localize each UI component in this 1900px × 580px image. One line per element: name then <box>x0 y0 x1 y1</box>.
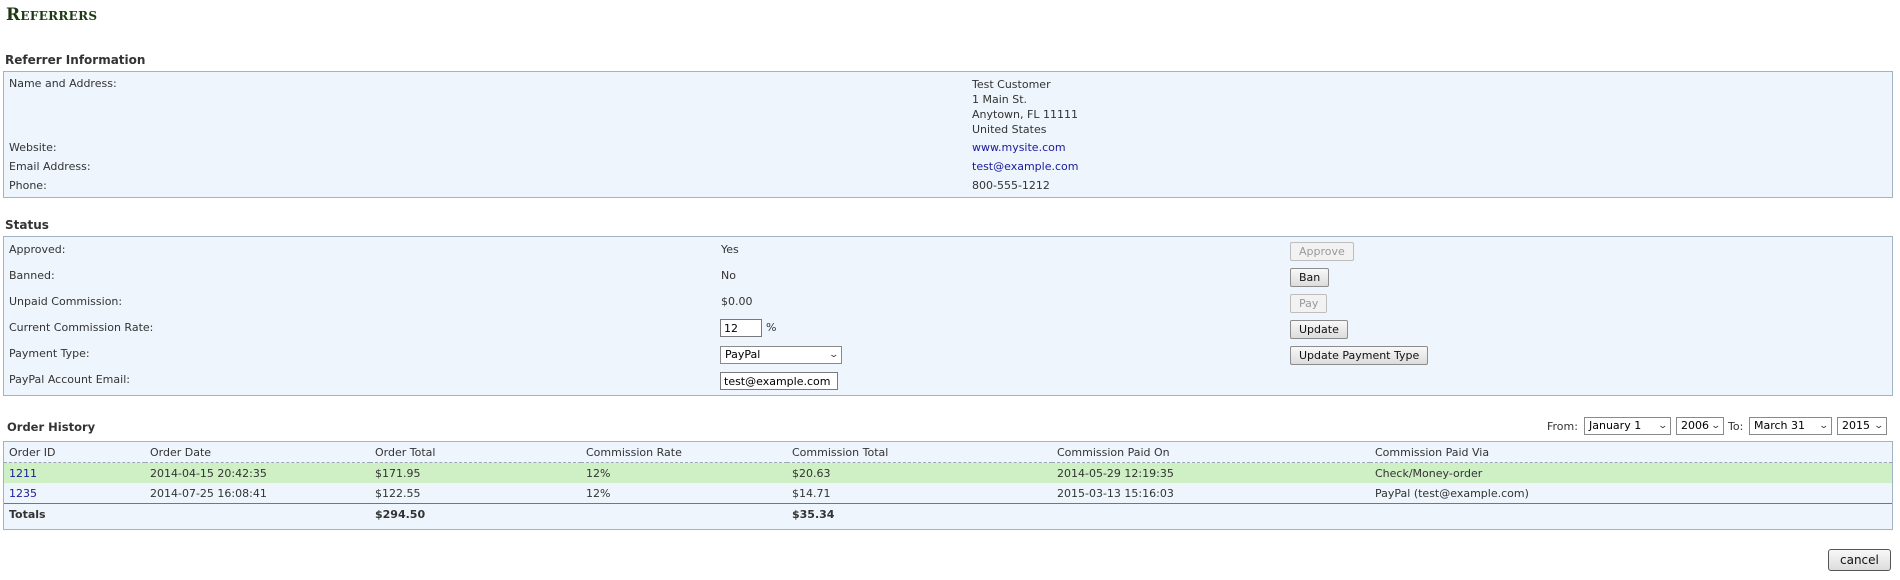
to-year-value: 2015 <box>1842 419 1870 432</box>
customer-name: Test Customer <box>972 78 1051 91</box>
phone-row: Phone: 800-555-1212 <box>4 179 1892 194</box>
table-row: 1211 2014-04-15 20:42:35 $171.95 12% $20… <box>4 462 1892 483</box>
to-date-select[interactable]: March 31 ⌄ <box>1749 417 1832 435</box>
payment-type-value: PayPal <box>725 348 761 361</box>
from-year-select[interactable]: 2006 ⌄ <box>1676 417 1724 435</box>
totals-label: Totals <box>4 503 145 524</box>
chevron-down-icon: ⌄ <box>1710 421 1722 431</box>
order-total-cell: $171.95 <box>370 462 581 483</box>
column-header-order-id[interactable]: Order ID <box>4 442 145 463</box>
phone-label: Phone: <box>9 179 47 192</box>
ban-button[interactable]: Ban <box>1290 268 1330 287</box>
commission-rate-label: Current Commission Rate: <box>9 321 154 334</box>
commission-rate-cell: 12% <box>581 462 787 483</box>
table-row: 1235 2014-07-25 16:08:41 $122.55 12% $14… <box>4 483 1892 504</box>
paid-via-cell: Check/Money-order <box>1370 462 1892 483</box>
referrer-info-panel: Name and Address: Test Customer 1 Main S… <box>3 71 1893 198</box>
order-id-link[interactable]: 1235 <box>9 487 37 500</box>
table-header-row: Order ID Order Date Order Total Commissi… <box>4 442 1892 463</box>
email-label: Email Address: <box>9 160 91 173</box>
approved-value: Yes <box>721 243 739 256</box>
page-title: Referrers <box>6 5 98 25</box>
update-rate-button[interactable]: Update <box>1290 320 1348 339</box>
pay-button[interactable]: Pay <box>1290 294 1328 313</box>
name-address-label: Name and Address: <box>9 77 117 90</box>
chevron-down-icon: ⌄ <box>1657 421 1669 431</box>
order-history-panel: Order ID Order Date Order Total Commissi… <box>3 441 1893 530</box>
paypal-email-input[interactable] <box>720 372 838 390</box>
update-payment-type-button[interactable]: Update Payment Type <box>1290 346 1429 365</box>
paypal-email-label: PayPal Account Email: <box>9 373 130 386</box>
from-year-value: 2006 <box>1681 419 1709 432</box>
order-date-cell: 2014-04-15 20:42:35 <box>145 462 370 483</box>
commission-rate-input[interactable] <box>720 319 762 337</box>
totals-commission-total: $35.34 <box>787 503 1052 524</box>
column-header-paid-on[interactable]: Commission Paid On <box>1052 442 1370 463</box>
approved-label: Approved: <box>9 243 66 256</box>
chevron-down-icon: ⌄ <box>1873 421 1885 431</box>
totals-order-total: $294.50 <box>370 503 581 524</box>
website-label: Website: <box>9 141 57 154</box>
unpaid-commission-label: Unpaid Commission: <box>9 295 123 308</box>
column-header-paid-via[interactable]: Commission Paid Via <box>1370 442 1892 463</box>
email-row: Email Address: test@example.com <box>4 160 1892 175</box>
to-year-select[interactable]: 2015 ⌄ <box>1837 417 1887 435</box>
banned-label: Banned: <box>9 269 55 282</box>
order-id-link[interactable]: 1211 <box>9 467 37 480</box>
address-block: Test Customer 1 Main St. Anytown, FL 111… <box>972 77 1078 137</box>
column-header-commission-total[interactable]: Commission Total <box>787 442 1052 463</box>
from-date-select[interactable]: January 1 ⌄ <box>1584 417 1671 435</box>
payment-type-label: Payment Type: <box>9 347 90 360</box>
to-label: To: <box>1728 420 1744 433</box>
chevron-down-icon: ⌄ <box>1818 421 1830 431</box>
order-total-cell: $122.55 <box>375 486 421 500</box>
address-country: United States <box>972 123 1047 136</box>
unpaid-commission-value: $0.00 <box>721 295 753 308</box>
column-header-order-total[interactable]: Order Total <box>370 442 581 463</box>
website-link[interactable]: www.mysite.com <box>972 141 1066 154</box>
paid-on-cell: 2014-05-29 12:19:35 <box>1052 462 1370 483</box>
website-row: Website: www.mysite.com <box>4 141 1892 156</box>
order-date-cell: 2014-07-25 16:08:41 <box>150 486 267 500</box>
order-history-table: Order ID Order Date Order Total Commissi… <box>4 442 1892 524</box>
commission-total-cell: $20.63 <box>787 462 1052 483</box>
to-date-value: March 31 <box>1754 419 1806 432</box>
rate-percent-sign: % <box>766 321 777 334</box>
email-link[interactable]: test@example.com <box>972 160 1078 173</box>
banned-value: No <box>721 269 736 282</box>
approve-button[interactable]: Approve <box>1290 242 1354 261</box>
status-panel: Approved: Yes Approve Banned: No Ban Unp… <box>3 236 1893 396</box>
column-header-order-date[interactable]: Order Date <box>145 442 370 463</box>
from-date-value: January 1 <box>1589 419 1642 432</box>
chevron-down-icon: ⌄ <box>828 350 840 360</box>
order-history-heading: Order History <box>7 420 96 434</box>
cancel-button[interactable]: cancel <box>1828 549 1891 571</box>
commission-total-cell: $14.71 <box>792 486 831 500</box>
payment-type-select[interactable]: PayPal ⌄ <box>720 346 842 364</box>
paid-on-cell: 2015-03-13 15:16:03 <box>1057 486 1174 500</box>
column-header-commission-rate[interactable]: Commission Rate <box>581 442 787 463</box>
status-heading: Status <box>5 218 49 232</box>
totals-row: Totals $294.50 $35.34 <box>4 503 1892 524</box>
address-line-2: Anytown, FL 11111 <box>972 108 1078 121</box>
commission-rate-cell: 12% <box>586 486 611 500</box>
paid-via-cell: PayPal (test@example.com) <box>1375 486 1529 500</box>
name-address-row: Name and Address: Test Customer 1 Main S… <box>4 77 1892 136</box>
phone-value: 800-555-1212 <box>972 179 1050 192</box>
address-line-1: 1 Main St. <box>972 93 1028 106</box>
from-label: From: <box>1547 420 1578 433</box>
referrer-info-heading: Referrer Information <box>5 53 146 67</box>
